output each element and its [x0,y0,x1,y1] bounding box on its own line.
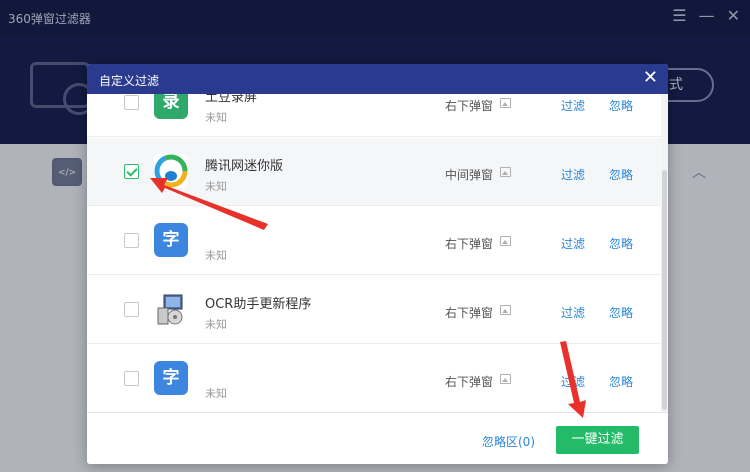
dialog-header: 自定义过滤 ✕ [87,64,668,94]
image-icon[interactable] [500,305,511,315]
ignore-link[interactable]: 忽略 [609,304,633,321]
recorder-app-icon: 录 [154,94,188,119]
row-checkbox[interactable] [124,95,139,110]
popup-type: 右下弹窗 [445,306,494,320]
app-name: 腾讯网迷你版 [205,159,284,174]
custom-filter-dialog: 自定义过滤 ✕ 录 土豆录屏 未知 右下弹窗 过滤 忽略 腾讯网迷你版 未知 中… [87,64,668,464]
filter-link[interactable]: 过滤 [561,304,585,321]
app-status: 未知 [205,249,227,262]
scrollbar-thumb[interactable] [662,170,667,410]
tencent-logo-graphic [154,154,188,188]
popup-app-list: 录 土豆录屏 未知 右下弹窗 过滤 忽略 腾讯网迷你版 未知 中间弹窗 过滤 忽… [87,94,668,412]
list-item: 录 土豆录屏 未知 右下弹窗 过滤 忽略 [87,94,661,137]
filter-all-button[interactable]: 一键过滤 [556,426,639,454]
close-icon[interactable]: ✕ [643,68,658,88]
filter-link[interactable]: 过滤 [561,97,585,114]
installer-graphic [157,294,183,325]
app-name: 土豆录屏 [205,94,258,105]
popup-type: 右下弹窗 [445,99,494,113]
app-name: OCR助手更新程序 [205,297,312,312]
popup-type: 中间弹窗 [445,168,494,182]
list-item: 字 未知 右下弹窗 过滤 忽略 [87,207,661,275]
row-checkbox[interactable] [124,233,139,248]
ignore-link[interactable]: 忽略 [609,97,633,114]
app-status: 未知 [205,387,227,400]
filter-link[interactable]: 过滤 [561,166,585,183]
row-checkbox[interactable] [124,371,139,386]
popup-type: 右下弹窗 [445,237,494,251]
ignore-link[interactable]: 忽略 [609,235,633,252]
dialog-footer: 忽略区(0) 一键过滤 [87,412,668,464]
app-status: 未知 [205,111,227,124]
image-icon[interactable] [500,98,511,108]
font-app-icon: 字 [154,361,188,395]
ignore-zone-link[interactable]: 忽略区(0) [482,433,535,450]
app-status: 未知 [205,318,227,331]
filter-link[interactable]: 过滤 [561,373,585,390]
font-app-icon: 字 [154,223,188,257]
row-checkbox[interactable] [124,164,139,179]
filter-link[interactable]: 过滤 [561,235,585,252]
list-item: 字 未知 右下弹窗 过滤 忽略 [87,345,661,412]
image-icon[interactable] [500,167,511,177]
popup-type: 右下弹窗 [445,375,494,389]
app-status: 未知 [205,180,227,193]
ocr-installer-icon [154,292,188,326]
ignore-link[interactable]: 忽略 [609,166,633,183]
image-icon[interactable] [500,236,511,246]
dialog-title: 自定义过滤 [99,74,160,88]
image-icon[interactable] [500,374,511,384]
row-checkbox[interactable] [124,302,139,317]
list-item: OCR助手更新程序 未知 右下弹窗 过滤 忽略 [87,276,661,344]
list-scrollbar[interactable] [661,94,668,412]
ignore-link[interactable]: 忽略 [609,373,633,390]
list-item: 腾讯网迷你版 未知 中间弹窗 过滤 忽略 [87,138,661,206]
tencent-news-icon [154,154,188,188]
